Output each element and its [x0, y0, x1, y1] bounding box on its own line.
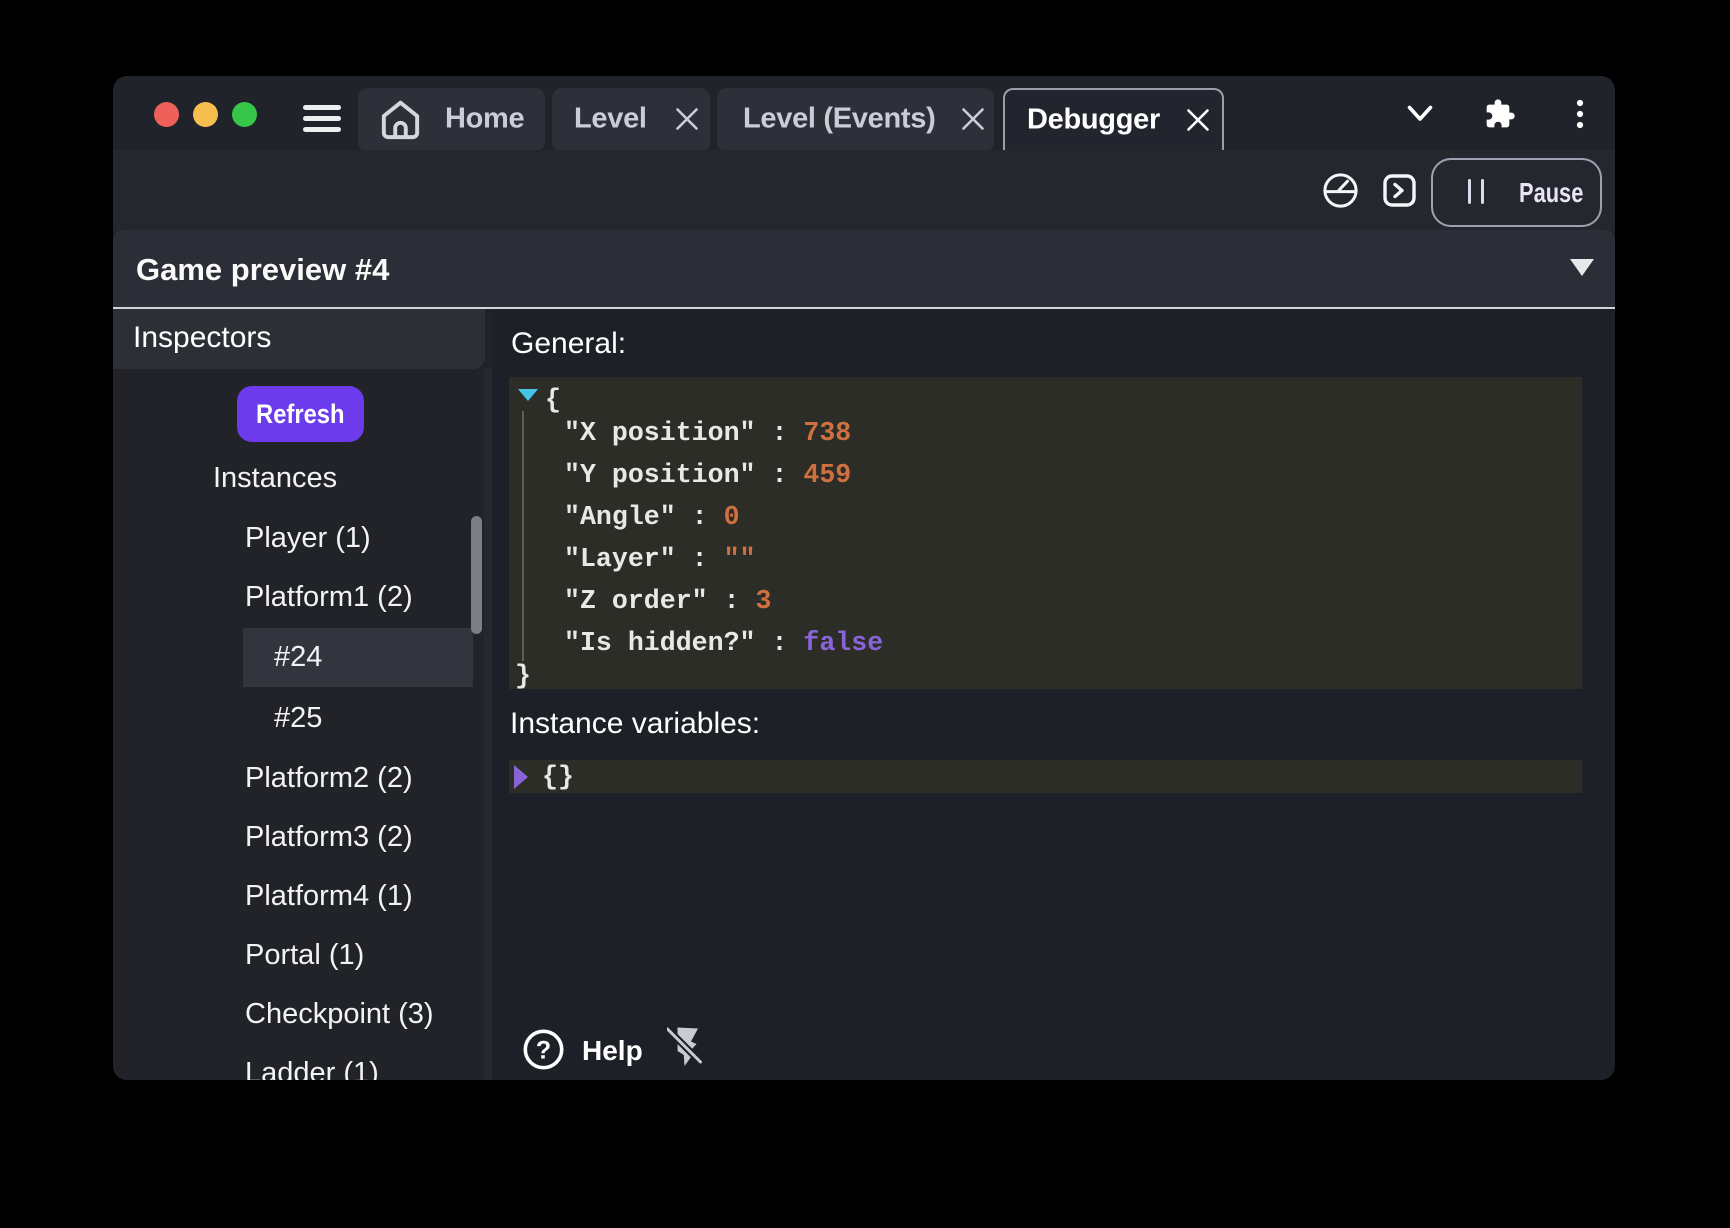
svg-text:?: ?: [536, 1037, 551, 1065]
